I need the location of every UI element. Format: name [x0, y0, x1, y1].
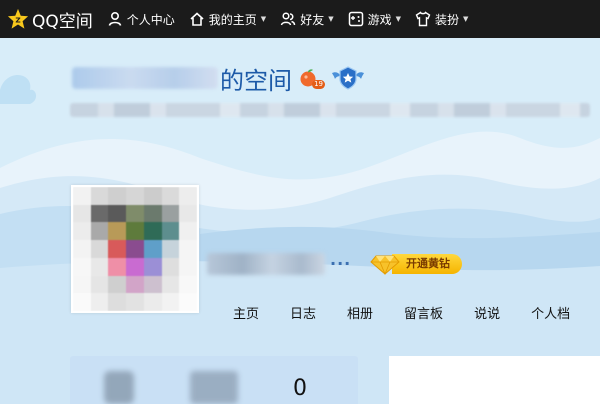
stat-value: 0	[293, 376, 307, 401]
top-navigation-bar: Z QQ空间 个人中心 我的主页 ▼ 好友 ▼ 游戏 ▼ 装扮 ▼	[0, 0, 600, 38]
blurred-stat	[190, 371, 238, 404]
tab-message-board[interactable]: 留言板	[404, 303, 443, 322]
nav-item-label: 个人中心	[126, 12, 175, 27]
fruit-badge-icon[interactable]: 19	[298, 68, 325, 89]
qzone-logo[interactable]: Z QQ空间	[7, 7, 93, 32]
side-panel	[389, 356, 600, 404]
tab-blog[interactable]: 日志	[290, 303, 316, 322]
nav-item-friends[interactable]: 好友 ▼	[280, 11, 334, 28]
nav-item-decorate[interactable]: 装扮 ▼	[415, 11, 468, 28]
person-icon	[107, 11, 123, 27]
blurred-username	[207, 253, 325, 275]
nav-item-label: 我的主页	[208, 12, 257, 27]
tshirt-icon	[415, 11, 431, 27]
vip-button-label: 开通黄钻	[392, 254, 462, 274]
caret-down-icon: ▼	[260, 15, 267, 23]
tab-album[interactable]: 相册	[347, 303, 373, 322]
tab-home[interactable]: 主页	[233, 303, 259, 322]
avatar[interactable]	[71, 185, 199, 313]
friends-icon	[280, 11, 296, 27]
caret-down-icon: ▼	[395, 15, 401, 23]
stats-panel: 0	[70, 356, 358, 404]
nav-item-label: 装扮	[435, 12, 460, 27]
blurred-avatar-image	[73, 187, 197, 311]
logo-text: QQ空间	[32, 11, 93, 32]
home-icon	[189, 11, 205, 27]
tab-profile[interactable]: 个人档	[531, 303, 570, 322]
caret-down-icon: ▼	[328, 15, 334, 23]
winged-badge-icon[interactable]	[330, 65, 366, 91]
more-button[interactable]: ···	[330, 254, 351, 273]
open-yellow-diamond-button[interactable]: 开通黄钻	[370, 253, 462, 276]
caret-down-icon: ▼	[463, 15, 469, 23]
space-tabs: 主页 日志 相册 留言板 说说 个人档	[233, 303, 570, 322]
yellow-diamond-icon	[370, 253, 400, 276]
blurred-stat	[104, 371, 134, 404]
svg-text:Z: Z	[15, 16, 20, 25]
nav-item-label: 游戏	[367, 12, 392, 27]
space-title: 的空间 19	[72, 62, 366, 95]
tab-moments[interactable]: 说说	[474, 303, 500, 322]
nav-item-home[interactable]: 我的主页 ▼	[189, 11, 266, 28]
gamepad-icon	[348, 11, 364, 27]
level-number: 19	[312, 80, 325, 89]
blurred-qq-number	[72, 67, 218, 89]
blurred-space-description	[70, 103, 590, 117]
nav-item-games[interactable]: 游戏 ▼	[348, 11, 401, 28]
nav-item-profile[interactable]: 个人中心	[107, 11, 175, 28]
nav-item-label: 好友	[300, 12, 325, 27]
space-title-suffix: 的空间	[220, 66, 292, 95]
star-logo-icon: Z	[7, 8, 29, 29]
